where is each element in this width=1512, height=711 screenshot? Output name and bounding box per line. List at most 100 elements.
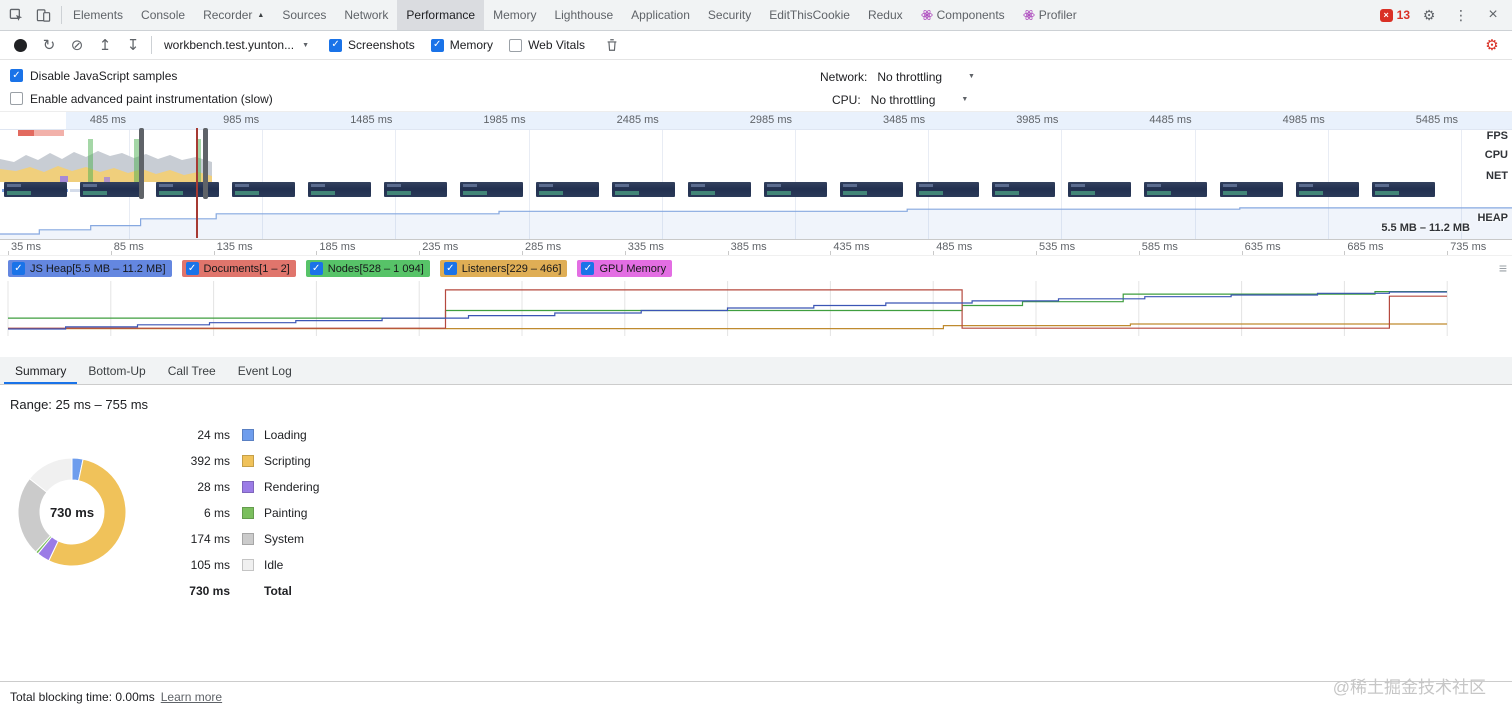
- filmstrip-thumbnail[interactable]: [688, 182, 751, 197]
- tab-console[interactable]: Console: [132, 0, 194, 30]
- details-tab-label: Summary: [15, 363, 67, 378]
- checkbox[interactable]: ✓: [10, 69, 23, 82]
- tab-components[interactable]: Components: [912, 0, 1014, 30]
- filmstrip-thumbnail[interactable]: [80, 182, 143, 197]
- cpu-throttle-select[interactable]: No throttling ▼: [871, 93, 969, 107]
- selection-handle-left[interactable]: [139, 128, 144, 199]
- capture-settings-gear-icon[interactable]: ⚙: [1480, 36, 1504, 54]
- cpu-throttle-value: No throttling: [870, 92, 936, 107]
- capture-option-row[interactable]: Enable advanced paint instrumentation (s…: [10, 87, 1502, 110]
- filmstrip-thumbnail[interactable]: [764, 182, 827, 197]
- toolbar-check-memory[interactable]: ✓ Memory: [430, 38, 493, 52]
- network-throttle-select[interactable]: No throttling ▼: [877, 70, 975, 84]
- filmstrip-thumbnail[interactable]: [1296, 182, 1359, 197]
- tab-lighthouse[interactable]: Lighthouse: [545, 0, 622, 30]
- range-text: Range: 25 ms – 755 ms: [10, 397, 149, 412]
- legend-swatch: [242, 481, 254, 493]
- tab-elements[interactable]: Elements: [64, 0, 132, 30]
- more-options-icon[interactable]: ⋮: [1448, 3, 1474, 27]
- details-tab-event-log[interactable]: Event Log: [227, 357, 303, 384]
- filmstrip-thumbnail[interactable]: [1144, 182, 1207, 197]
- checkbox[interactable]: [509, 38, 523, 52]
- details-tab-label: Event Log: [237, 363, 292, 378]
- device-toolbar-icon[interactable]: [30, 3, 56, 27]
- filmstrip-thumbnail[interactable]: [612, 182, 675, 197]
- tabbar-divider: [61, 6, 62, 24]
- ruler-tick: [933, 251, 935, 255]
- counter-chip-listeners[interactable]: ✓ Listeners[229 – 466]: [439, 260, 568, 277]
- legend-swatch: [242, 429, 254, 441]
- counters-menu-icon[interactable]: ≡: [1499, 260, 1507, 276]
- issues-badge[interactable]: × 13: [1379, 8, 1410, 22]
- ruler-label: 135 ms: [216, 241, 253, 253]
- tab-network[interactable]: Network: [335, 0, 397, 30]
- tab-label: EditThisCookie: [769, 8, 850, 22]
- devtools-window: Elements Console Recorder ▲ Sources Network Pe…: [0, 0, 1512, 711]
- checkbox[interactable]: ✓: [581, 262, 595, 275]
- legend-label: Loading: [264, 428, 307, 442]
- counters-chart[interactable]: [0, 281, 1512, 357]
- inspect-element-icon[interactable]: [3, 3, 29, 27]
- filmstrip-thumbnail[interactable]: [384, 182, 447, 197]
- checkbox[interactable]: ✓: [185, 262, 199, 275]
- details-tab-summary[interactable]: Summary: [4, 357, 77, 384]
- filmstrip-thumbnail[interactable]: [460, 182, 523, 197]
- details-tab-call-tree[interactable]: Call Tree: [157, 357, 227, 384]
- filmstrip-thumbnail[interactable]: [840, 182, 903, 197]
- details-tab-bottom-up[interactable]: Bottom-Up: [77, 357, 156, 384]
- checkbox[interactable]: ✓: [443, 262, 457, 275]
- counter-chip-js-heap[interactable]: ✓ JS Heap[5.5 MB – 11.2 MB]: [8, 260, 172, 277]
- tab-memory[interactable]: Memory: [484, 0, 545, 30]
- tab-security[interactable]: Security: [699, 0, 760, 30]
- ruler-label: 5485 ms: [1415, 114, 1458, 126]
- counter-chip-documents[interactable]: ✓ Documents[1 – 2]: [181, 260, 296, 277]
- checkbox[interactable]: ✓: [329, 38, 343, 52]
- history-select[interactable]: workbench.test.yunton... ▼: [158, 38, 315, 52]
- checkbox[interactable]: ✓: [12, 262, 25, 275]
- reload-and-record-icon[interactable]: ↻: [37, 36, 61, 54]
- filmstrip-thumbnail[interactable]: [1068, 182, 1131, 197]
- ruler-label: 535 ms: [1039, 241, 1076, 253]
- tab-label: Redux: [867, 8, 903, 22]
- counter-chip-nodes[interactable]: ✓ Nodes[528 – 1 094]: [305, 260, 430, 277]
- settings-gear-icon[interactable]: ⚙: [1416, 3, 1442, 27]
- toolbar-check-web-vitals[interactable]: Web Vitals: [509, 38, 585, 52]
- record-button[interactable]: [14, 38, 27, 52]
- tab-profiler[interactable]: Profiler: [1014, 0, 1086, 30]
- filmstrip-thumbnail[interactable]: [536, 182, 599, 197]
- tab-label: Security: [707, 8, 752, 22]
- ruler-label: 285 ms: [525, 241, 562, 253]
- tab-editthiscookie[interactable]: EditThisCookie: [760, 0, 859, 30]
- toolbar-check-screenshots[interactable]: ✓ Screenshots: [329, 38, 415, 52]
- save-profile-icon[interactable]: ↧: [121, 36, 145, 54]
- recorder-badge-icon: ▲: [257, 11, 265, 19]
- details-tabs: Summary Bottom-Up Call Tree Event Log: [0, 357, 1512, 385]
- checkbox[interactable]: [10, 92, 23, 105]
- tab-sources[interactable]: Sources: [273, 0, 335, 30]
- tab-application[interactable]: Application: [622, 0, 699, 30]
- counter-chip-gpu-memory[interactable]: ✓ GPU Memory: [577, 260, 673, 277]
- selection-handle-right[interactable]: [203, 128, 208, 199]
- timeline-overview[interactable]: 485 ms 985 ms 1485 ms 1985 ms 2485 ms 2985 ms…: [0, 112, 1512, 240]
- filmstrip-thumbnail[interactable]: [232, 182, 295, 197]
- checkbox[interactable]: ✓: [430, 38, 444, 52]
- close-devtools-icon[interactable]: ×: [1480, 3, 1506, 27]
- clear-recording-icon[interactable]: ⊘: [65, 36, 89, 54]
- ruler-label: 685 ms: [1347, 241, 1384, 253]
- delete-recording-icon[interactable]: [599, 33, 625, 57]
- filmstrip-thumbnail[interactable]: [1220, 182, 1283, 197]
- checkbox[interactable]: ✓: [309, 262, 323, 275]
- filmstrip-thumbnail[interactable]: [156, 182, 219, 197]
- load-profile-icon[interactable]: ↥: [93, 36, 117, 54]
- filmstrip-thumbnail[interactable]: [992, 182, 1055, 197]
- filmstrip-thumbnail[interactable]: [1372, 182, 1435, 197]
- option-label: Enable advanced paint instrumentation (s…: [30, 91, 273, 106]
- tab-recorder[interactable]: Recorder ▲: [194, 0, 273, 30]
- learn-more-link[interactable]: Learn more: [161, 690, 222, 704]
- tab-performance[interactable]: Performance: [397, 0, 485, 30]
- capture-option-row[interactable]: ✓ Disable JavaScript samples: [10, 64, 1502, 87]
- filmstrip-thumbnail[interactable]: [308, 182, 371, 197]
- filmstrip-thumbnail[interactable]: [4, 182, 67, 197]
- tab-redux[interactable]: Redux: [859, 0, 912, 30]
- filmstrip-thumbnail[interactable]: [916, 182, 979, 197]
